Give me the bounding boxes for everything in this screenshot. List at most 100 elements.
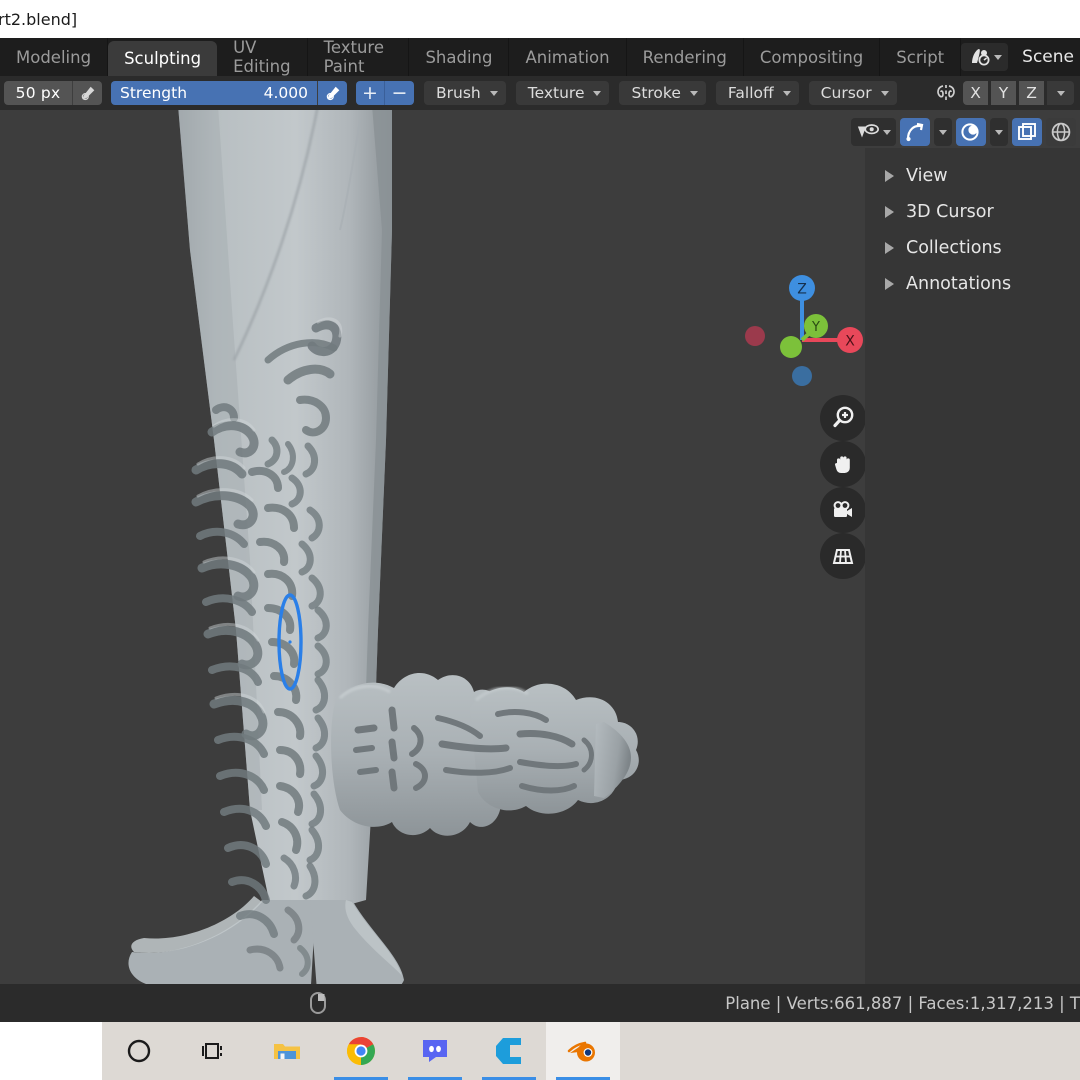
menu-brush[interactable]: Brush [424,81,506,105]
viewport-overlay-toolbar [851,118,1076,146]
zoom-view-button[interactable] [820,395,866,441]
scene-icon [972,49,990,66]
workspace-tab-compositing[interactable]: Compositing [744,38,881,76]
workspace-tab-sculpting[interactable]: Sculpting [108,41,218,76]
proportional-editing-icon [961,123,979,141]
taskbar-discord[interactable] [398,1022,472,1080]
symmetry-group: X Y Z [932,81,1076,105]
strength-value: 4.000 [263,84,308,102]
radius-pressure-toggle[interactable] [72,81,102,105]
tool-settings-header: 50 px Strength 4.000 + − Brush Texture S… [0,76,1080,110]
scene-name-field[interactable]: Scene [1012,38,1080,76]
chevron-down-icon [883,129,891,135]
tab-label: Texture Paint [323,38,384,76]
plus-icon: + [362,82,378,104]
xray-toggle-icon [1018,123,1036,140]
chrome-icon [347,1037,375,1065]
proportional-editing-button[interactable] [956,118,986,146]
chevron-down-icon [689,90,698,96]
symmetry-x-button[interactable]: X [963,81,988,105]
brush-radius-field[interactable]: 50 px [4,81,72,105]
taskbar-chrome[interactable] [324,1022,398,1080]
workspace-tab-modeling[interactable]: Modeling [0,38,109,76]
symmetry-options-dropdown[interactable] [1047,81,1074,105]
negative-z-ball [792,366,812,386]
menu-texture[interactable]: Texture [515,81,610,105]
brush-pressure-icon [326,86,339,101]
workspace-tab-texture-paint[interactable]: Texture Paint [308,38,410,76]
axis-label: X [970,84,981,102]
taskbar-cortana[interactable] [102,1022,176,1080]
window-title-text: rt2.blend] [0,9,78,29]
svg-text:Z: Z [797,282,807,298]
topbar: Modeling Sculpting UV Editing Texture Pa… [0,38,1080,76]
triangle-right-icon [885,170,894,182]
sidebar-panel-collections[interactable]: Collections [865,230,1080,266]
snap-options-dropdown[interactable] [934,118,952,146]
orthographic-grid-icon [832,549,854,564]
brush-strength-slider[interactable]: Strength 4.000 [111,81,317,105]
chevron-down-icon [939,129,947,135]
negative-x-ball [745,326,765,346]
scene-datablock-button[interactable] [961,43,1009,71]
chevron-down-icon [782,90,791,96]
orthographic-toggle-button[interactable] [820,533,866,579]
sidebar-panel-view[interactable]: View [865,158,1080,194]
symmetry-y-button[interactable]: Y [991,81,1016,105]
strength-label: Strength [120,84,188,102]
windows-taskbar [0,1022,1080,1080]
brush-pressure-icon [81,86,94,101]
scene-statistics: Plane | Verts:661,887 | Faces:1,317,213 … [725,993,1080,1013]
pan-view-button[interactable] [820,441,866,487]
panel-label: Annotations [906,274,1012,294]
taskbar-blender[interactable] [546,1022,620,1080]
viewport-sidebar: View 3D Cursor Collections Annotations [865,148,1080,984]
menu-label: Brush [436,84,481,102]
brush-subtract-button[interactable]: − [385,81,414,105]
status-bar: Plane | Verts:661,887 | Faces:1,317,213 … [0,984,1080,1022]
window-title-bar: rt2.blend] [0,0,1080,38]
workspace-tab-script[interactable]: Script [880,38,962,76]
negative-y-ball [780,336,802,358]
sidebar-panel-annotations[interactable]: Annotations [865,266,1080,302]
navigation-gizmo[interactable]: Z Y X [735,270,870,400]
chevron-down-icon [880,90,889,96]
sidebar-panel-3d-cursor[interactable]: 3D Cursor [865,194,1080,230]
workspace-tab-shading[interactable]: Shading [409,38,510,76]
zoom-icon [833,406,854,428]
workspace-tab-rendering[interactable]: Rendering [627,38,744,76]
taskbar-cura[interactable] [472,1022,546,1080]
tab-label: Rendering [642,47,727,67]
tab-label: Animation [525,47,610,67]
taskbar-task-view[interactable] [176,1022,250,1080]
viewport-nav-buttons [820,395,866,579]
strength-pressure-toggle[interactable] [317,81,347,105]
workspace-tab-uv-editing[interactable]: UV Editing [217,38,308,76]
symmetry-z-button[interactable]: Z [1019,81,1044,105]
cortana-circle-icon [127,1039,151,1063]
brush-add-button[interactable]: + [356,81,385,105]
tab-label: Modeling [16,47,92,67]
xray-toggle-button[interactable] [1012,118,1042,146]
menu-falloff[interactable]: Falloff [715,81,799,105]
tab-label: Sculpting [124,49,202,68]
menu-stroke[interactable]: Stroke [619,81,706,105]
axis-label: Y [998,84,1009,102]
snap-toggle-button[interactable] [900,118,930,146]
brush-add-subtract-group: + − [356,81,414,105]
workspace-tabs: Modeling Sculpting UV Editing Texture Pa… [0,38,962,76]
tab-label: Compositing [759,47,864,67]
menu-label: Falloff [727,84,774,102]
object-visibility-button[interactable] [851,118,896,146]
camera-view-button[interactable] [820,487,866,533]
3d-viewport[interactable]: Z Y X View 3D Cursor Collections Annotat… [0,110,1080,984]
taskbar-search-area[interactable] [0,1022,102,1080]
taskbar-file-explorer[interactable] [250,1022,324,1080]
object-visibility-icon [857,124,879,138]
minus-icon: − [391,82,408,104]
workspace-tab-animation[interactable]: Animation [509,38,627,76]
menu-cursor[interactable]: Cursor [808,81,897,105]
camera-view-icon [833,501,852,517]
shading-mode-button[interactable] [1046,118,1076,146]
proportional-falloff-dropdown[interactable] [990,118,1008,146]
